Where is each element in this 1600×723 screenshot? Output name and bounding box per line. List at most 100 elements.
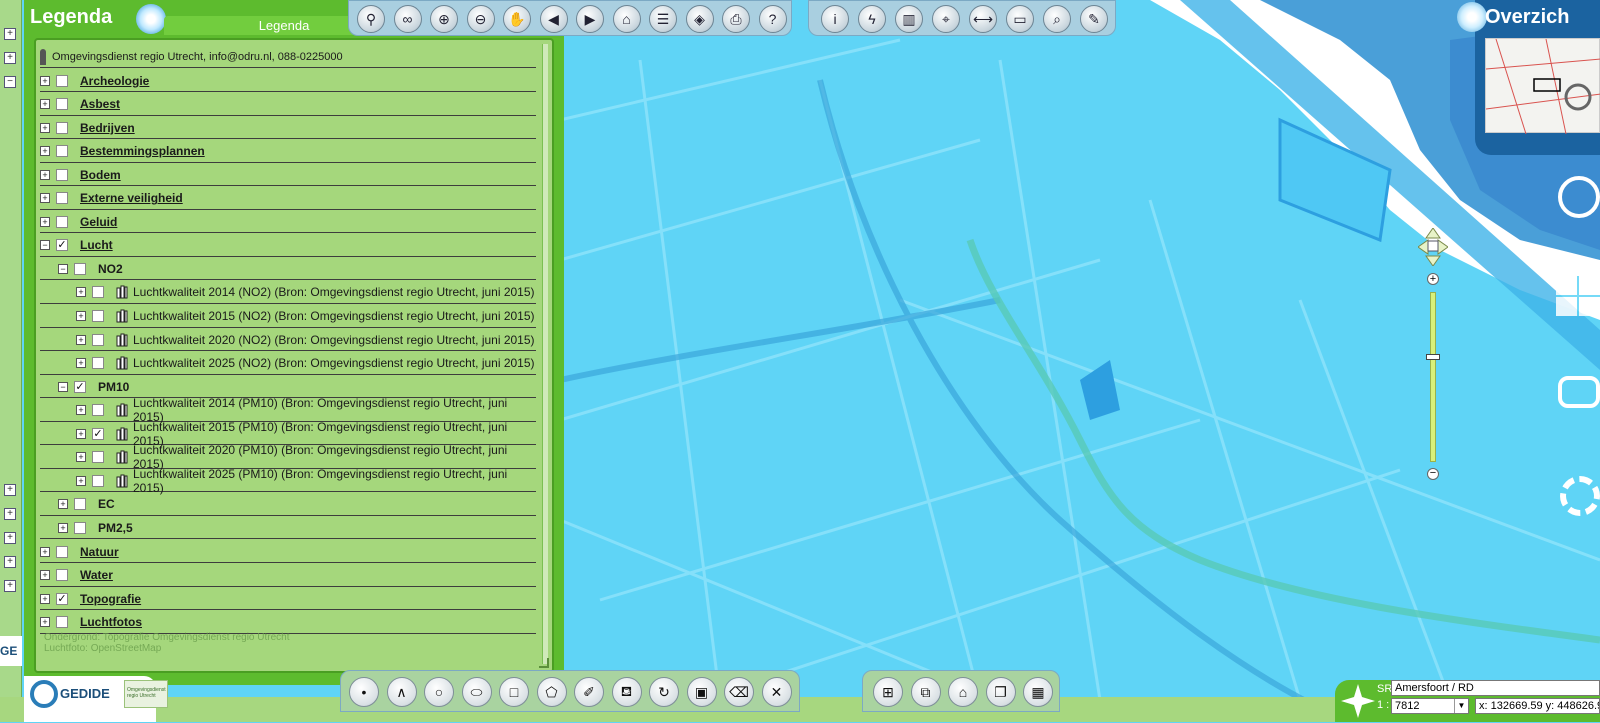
strip-expand-icon[interactable]: + (4, 508, 16, 520)
strip-expand-icon[interactable]: + (4, 484, 16, 496)
rotate-icon[interactable]: ↻ (649, 677, 679, 707)
expand-icon[interactable]: + (40, 99, 50, 110)
legend-row-label[interactable]: Asbest (80, 97, 120, 111)
expand-icon[interactable]: + (40, 146, 50, 157)
zoom-slider-handle[interactable] (1426, 354, 1440, 360)
screen-icon[interactable] (1558, 376, 1600, 408)
overview-orb-icon[interactable] (1457, 2, 1487, 32)
locate-icon[interactable]: ⌖ (932, 5, 960, 33)
legend-row-label[interactable]: EC (98, 497, 115, 511)
collapse-icon[interactable]: − (58, 263, 68, 274)
binoculars-icon[interactable]: ∞ (393, 5, 422, 33)
layer-checkbox[interactable]: ✓ (56, 239, 68, 252)
expand-icon[interactable]: + (76, 358, 86, 369)
legend-row-label[interactable]: Topografie (80, 592, 141, 606)
layer-checkbox[interactable] (92, 286, 104, 299)
expand-icon[interactable]: + (40, 617, 50, 628)
layers-icon[interactable]: ◈ (685, 5, 714, 33)
strip-expand-icon[interactable]: + (4, 532, 16, 544)
expand-icon[interactable]: + (40, 75, 50, 86)
circle-icon[interactable]: ○ (424, 677, 454, 707)
layer-checkbox[interactable] (56, 168, 68, 181)
zoom-out-icon[interactable]: ⊖ (466, 5, 495, 33)
eraser-icon[interactable]: ⌫ (724, 677, 754, 707)
resize-handle[interactable] (539, 658, 549, 668)
expand-icon[interactable]: + (76, 405, 86, 416)
layer-checkbox[interactable] (92, 451, 104, 464)
zoom-out-button[interactable]: − (1427, 468, 1439, 480)
bucket-icon[interactable]: ⛾ (611, 677, 642, 707)
layer-icon[interactable]: ▥ (895, 5, 923, 33)
layer-checkbox[interactable] (56, 569, 68, 582)
legend-row-label[interactable]: Water (80, 568, 113, 582)
legend-row-label[interactable]: NO2 (98, 262, 123, 276)
layer-checkbox[interactable]: ✓ (74, 380, 86, 393)
legend-row-label[interactable]: Luchtkwaliteit 2020 (NO2) (Bron: Omgevin… (133, 333, 535, 347)
zoom-slider[interactable] (1430, 292, 1436, 462)
layer-home-icon[interactable]: ⌂ (948, 677, 978, 707)
legend-row-label[interactable]: PM2,5 (98, 521, 133, 535)
help-icon[interactable]: ? (758, 5, 787, 33)
expand-icon[interactable]: + (40, 216, 50, 227)
legend-row-label[interactable]: Natuur (80, 545, 119, 559)
layer-checkbox[interactable] (56, 192, 68, 205)
layer-checkbox[interactable] (56, 215, 68, 228)
info-icon[interactable]: i (821, 5, 849, 33)
draw-icon[interactable]: ✎ (1080, 5, 1108, 33)
layer-checkbox[interactable] (74, 498, 86, 511)
zoom-in-button[interactable]: + (1427, 273, 1439, 285)
expand-icon[interactable]: + (76, 334, 86, 345)
layer-checkbox[interactable] (92, 310, 104, 322)
add-layer-icon[interactable]: ⊞ (873, 677, 903, 707)
measure-area-icon[interactable]: ▭ (1006, 5, 1034, 33)
legend-row-label[interactable]: PM10 (98, 380, 129, 394)
strip-expand-icon[interactable]: + (4, 580, 16, 592)
layer-checkbox[interactable] (56, 145, 68, 158)
overview-map[interactable] (1485, 38, 1600, 135)
scale-input[interactable]: 7812 ▼ (1391, 698, 1469, 714)
expand-icon[interactable]: + (40, 122, 50, 133)
expand-icon[interactable]: + (76, 452, 86, 463)
legend-row-label[interactable]: Externe veiligheid (80, 191, 183, 205)
windows-icon[interactable] (1556, 276, 1600, 316)
collapse-icon[interactable]: − (40, 240, 50, 251)
strip-expand-icon[interactable]: + (4, 28, 16, 40)
legend-row-label[interactable]: Luchtkwaliteit 2014 (NO2) (Bron: Omgevin… (133, 285, 535, 299)
expand-icon[interactable]: + (40, 593, 50, 604)
expand-icon[interactable]: + (76, 428, 86, 439)
expand-icon[interactable]: + (40, 570, 50, 581)
expand-icon[interactable]: + (40, 546, 50, 557)
chevron-down-icon[interactable]: ▼ (1454, 699, 1468, 713)
layer-list-icon[interactable]: ⧉ (910, 677, 941, 707)
layer-checkbox[interactable] (56, 74, 68, 87)
expand-icon[interactable]: + (76, 475, 86, 486)
legend-row-label[interactable]: Luchtfotos (80, 615, 142, 629)
rectangle-icon[interactable]: □ (499, 677, 529, 707)
legend-row-label[interactable]: Archeologie (80, 74, 149, 88)
layer-checkbox[interactable] (92, 357, 104, 370)
legend-row-label[interactable]: Lucht (80, 238, 113, 252)
layer-table-icon[interactable]: ▦ (1023, 677, 1053, 707)
line-icon[interactable]: ∧ (386, 677, 417, 707)
legend-scrollbar[interactable] (542, 44, 548, 664)
layer-copy-icon[interactable]: ❐ (985, 677, 1016, 707)
srs-value[interactable]: Amersfoort / RD (1391, 680, 1600, 696)
expand-icon[interactable]: + (76, 311, 86, 321)
gear-icon[interactable] (1560, 476, 1600, 516)
select-icon[interactable]: ⌕ (1043, 5, 1071, 33)
expand-icon[interactable]: + (58, 522, 68, 533)
measure-line-icon[interactable]: ⟷ (969, 5, 997, 33)
legend-row-label[interactable]: Luchtkwaliteit 2025 (NO2) (Bron: Omgevin… (133, 356, 535, 370)
layer-checkbox[interactable] (56, 121, 68, 134)
save-icon[interactable]: ▣ (686, 677, 717, 707)
layer-checkbox[interactable]: ✓ (56, 592, 68, 605)
layer-checkbox[interactable] (74, 521, 86, 534)
layer-checkbox[interactable] (74, 262, 86, 275)
legend-row-label[interactable]: Luchtkwaliteit 2025 (PM10) (Bron: Omgevi… (133, 467, 536, 495)
collapse-icon[interactable]: − (58, 381, 68, 392)
expand-icon[interactable]: + (40, 193, 50, 204)
close-icon[interactable]: ✕ (761, 677, 792, 707)
layer-checkbox[interactable] (56, 98, 68, 111)
edit-icon[interactable]: ✐ (574, 677, 604, 707)
refresh-icon[interactable] (1558, 176, 1600, 218)
